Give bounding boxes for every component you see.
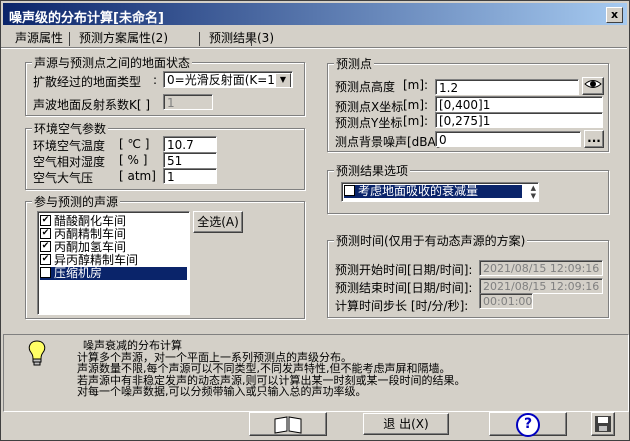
select-all-button[interactable]: 全选(A) [193,211,243,233]
bg-noise-field[interactable]: 0 [435,131,581,147]
humidity-field[interactable]: 51 [163,152,217,168]
result-options-title: 预测结果选项 [334,162,411,179]
source-name: 异丙醇精制车间 [54,253,139,267]
source-list[interactable]: ✔ 醋酸酮化车间 ✔ 丙酮精制车间 ✔ 丙酮加氢车间 ✔ 异丙醇精制车间 ✔ 压缩机房 [37,211,190,315]
height-label: 预测点高度 [335,80,396,94]
tab-source-properties[interactable]: 声源属性 [9,30,69,47]
x-coord-field[interactable]: [0,400]1 [435,96,603,112]
list-item[interactable]: ✔ 考虑地面吸收的衰减量 [344,185,522,198]
step-label: 计算时间步长 [时/分/秒]: [335,299,469,313]
tab-separator [199,32,200,46]
point-group-title: 预测点 [334,55,375,72]
y-coord-unit: [m]: [403,114,429,128]
save-button[interactable] [591,412,615,436]
checkbox-checked-icon[interactable]: ✔ [40,228,51,239]
y-coord-label: 预测点Y坐标 [335,116,403,130]
pressure-label: 空气大气压 [33,171,94,185]
ground-type-value: 0=光滑反射面(K=1) [167,73,280,87]
source-name: 压缩机房 [54,266,103,280]
bg-noise-label: 测点背景噪声[dBA] [335,135,441,149]
floppy-icon [595,416,611,432]
start-time-field[interactable]: 2021/08/15 12:09:16 [479,260,603,276]
reflect-coef-field[interactable]: 1 [163,94,213,110]
height-unit: [m]: [403,78,429,92]
tab-divider [1,47,627,49]
tab-separator [251,32,252,46]
checkbox-checked-icon[interactable]: ✔ [40,215,51,226]
source-name: 醋酸酮化车间 [54,214,127,228]
checkbox-checked-icon[interactable]: ✔ [40,241,51,252]
title-bar: 噪声级的分布计算[未命名] x [3,3,627,26]
lightbulb-icon [25,339,49,370]
exit-button[interactable]: 退 出(X) [363,413,449,435]
x-coord-unit: [m]: [403,98,429,112]
sources-group-title: 参与预测的声源 [32,193,121,210]
source-name: 丙酮加氢车间 [54,240,127,254]
step-field[interactable]: 00:01:00 [479,293,533,309]
info-line: 对每一个噪声数据,可以分频带输入或只输入总的声功率级。 [77,385,367,398]
end-time-label: 预测结束时间[日期/时间]: [335,281,473,295]
end-time-field[interactable]: 2021/08/15 12:09:16 [479,278,603,294]
source-name: 丙酮精制车间 [54,227,127,241]
ground-type-select[interactable]: 0=光滑反射面(K=1) ▼ [163,71,293,88]
eye-icon[interactable] [582,77,604,95]
ground-type-label: 扩散经过的地面类型 [33,75,142,89]
close-button[interactable]: x [606,7,623,23]
main-window: 噪声级的分布计算[未命名] x 声源属性 预测方案属性(2) 预测结果(3) 声… [0,0,630,441]
temp-unit: [ ℃ ] [119,137,150,151]
info-line: 声源数量不限,每个声源可以不同类型,不同发声特性,但不能考虑声屏和隔墙。 [77,362,451,375]
result-options-list[interactable]: ✔ 考虑地面吸收的衰减量 ▲ ▼ [341,182,539,202]
checkbox-checked-icon[interactable]: ✔ [344,185,355,196]
air-group-title: 环境空气参数 [32,120,109,137]
more-button[interactable]: ... [584,130,604,148]
info-text: 噪声衰减的分布计算 计算多个声源，对一个平面上一系列预测点的声级分布。 声源数量… [77,340,466,398]
temp-field[interactable]: 10.7 [163,136,217,152]
window-title: 噪声级的分布计算[未命名] [9,11,164,26]
y-coord-field[interactable]: [0,275]1 [435,112,603,128]
result-option-label: 考虑地面吸收的衰减量 [358,184,479,198]
tab-results[interactable]: 预测结果(3) [203,30,280,47]
temp-label: 环境空气温度 [33,139,106,153]
height-field[interactable]: 1.2 [435,79,579,95]
help-icon: ? [516,413,540,437]
chevron-down-icon[interactable]: ▼ [275,73,291,87]
time-group-title: 预测时间(仅用于有动态声源的方案) [334,232,528,249]
tab-scheme-properties[interactable]: 预测方案属性(2) [73,30,174,47]
spin-icon[interactable]: ▲ ▼ [531,184,536,200]
tab-separator [69,32,70,46]
pressure-field[interactable]: 1 [163,168,217,184]
info-title: 噪声衰减的分布计算 [83,339,182,352]
checkbox-checked-icon[interactable]: ✔ [40,267,51,278]
checkbox-checked-icon[interactable]: ✔ [40,254,51,265]
help-button[interactable]: ? [489,412,567,437]
humidity-label: 空气相对湿度 [33,155,106,169]
colon: : [153,73,158,87]
humidity-unit: [ % ] [119,153,148,167]
pressure-unit: [ atm] [119,169,156,183]
x-coord-label: 预测点X坐标 [335,100,404,114]
reflect-coef-label: 声波地面反射系数K[ ] [33,98,151,112]
book-button[interactable] [249,412,327,436]
ground-group-title: 声源与预测点之间的地面状态 [32,54,193,71]
start-time-label: 预测开始时间[日期/时间]: [335,263,473,277]
list-item[interactable]: ✔ 压缩机房 [40,267,187,280]
